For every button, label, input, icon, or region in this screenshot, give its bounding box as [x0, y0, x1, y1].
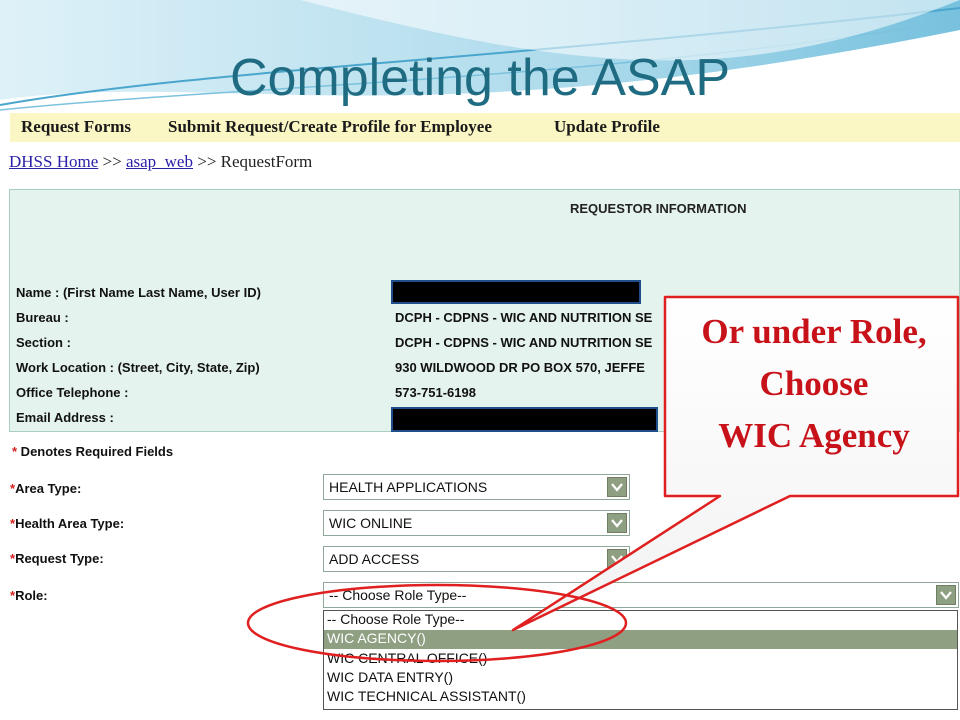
role-label: *Role:	[10, 588, 48, 603]
redacted-name-value	[391, 280, 641, 304]
health-area-type-label-text: Health Area Type:	[15, 516, 125, 531]
callout-line-2: Choose	[759, 364, 869, 403]
breadcrumb: DHSS Home >> asap_web >> RequestForm	[9, 152, 312, 172]
health-area-type-value: WIC ONLINE	[329, 515, 413, 531]
callout-line-1: Or under Role,	[701, 312, 927, 351]
request-type-label-text: Request Type:	[15, 551, 104, 566]
section-value: DCPH - CDPNS - WIC AND NUTRITION SE	[395, 335, 653, 350]
callout-line-3: WIC Agency	[718, 416, 910, 455]
chevron-down-icon[interactable]	[936, 585, 956, 605]
required-fields-note: * Denotes Required Fields	[12, 444, 173, 459]
menu-item-request-forms[interactable]: Request Forms	[21, 117, 131, 137]
role-option-choose[interactable]: -- Choose Role Type--	[324, 611, 957, 630]
bureau-label: Bureau :	[16, 310, 69, 325]
menu-item-update-profile[interactable]: Update Profile	[554, 117, 660, 137]
role-option-wic-technical-assistant[interactable]: WIC TECHNICAL ASSISTANT()	[324, 688, 957, 707]
redacted-email-value	[391, 407, 658, 432]
breadcrumb-link-dhss-home[interactable]: DHSS Home	[9, 152, 98, 171]
name-label: Name : (First Name Last Name, User ID)	[16, 285, 261, 300]
slide-title: Completing the ASAP	[229, 49, 731, 107]
menu-bar: Request Forms Submit Request/Create Prof…	[10, 113, 960, 142]
request-type-value: ADD ACCESS	[329, 551, 420, 567]
role-option-wic-data-entry[interactable]: WIC DATA ENTRY()	[324, 669, 957, 688]
breadcrumb-current: RequestForm	[220, 152, 313, 171]
email-address-label: Email Address :	[16, 410, 114, 425]
office-telephone-value: 573-751-6198	[395, 385, 476, 400]
breadcrumb-separator: >>	[102, 152, 122, 171]
area-type-select[interactable]: HEALTH APPLICATIONS	[323, 474, 630, 500]
role-option-wic-central-office[interactable]: WIC CENTRAL OFFICE()	[324, 650, 957, 669]
area-type-value: HEALTH APPLICATIONS	[329, 479, 488, 495]
callout-text: Or under Role, Choose WIC Agency	[668, 306, 960, 462]
role-dropdown-list[interactable]: -- Choose Role Type-- WIC AGENCY() WIC C…	[323, 610, 958, 710]
health-area-type-label: *Health Area Type:	[10, 516, 124, 531]
health-area-type-select[interactable]: WIC ONLINE	[323, 510, 630, 536]
required-note-text: Denotes Required Fields	[17, 444, 174, 459]
work-location-value: 930 WILDWOOD DR PO BOX 570, JEFFE	[395, 360, 645, 375]
bureau-value: DCPH - CDPNS - WIC AND NUTRITION SE	[395, 310, 653, 325]
role-label-text: Role:	[15, 588, 48, 603]
work-location-label: Work Location : (Street, City, State, Zi…	[16, 360, 260, 375]
role-value: -- Choose Role Type--	[329, 587, 467, 603]
breadcrumb-link-asap-web[interactable]: asap_web	[126, 152, 193, 171]
area-type-label: *Area Type:	[10, 481, 81, 496]
chevron-down-icon[interactable]	[607, 549, 627, 569]
menu-item-submit-request[interactable]: Submit Request/Create Profile for Employ…	[168, 117, 492, 137]
chevron-down-icon[interactable]	[607, 513, 627, 533]
area-type-label-text: Area Type:	[15, 481, 82, 496]
chevron-down-icon[interactable]	[607, 477, 627, 497]
section-label: Section :	[16, 335, 71, 350]
requestor-info-header: REQUESTOR INFORMATION	[570, 201, 747, 216]
breadcrumb-separator: >>	[197, 152, 217, 171]
request-type-label: *Request Type:	[10, 551, 104, 566]
role-option-wic-agency[interactable]: WIC AGENCY()	[324, 630, 957, 649]
office-telephone-label: Office Telephone :	[16, 385, 129, 400]
role-select[interactable]: -- Choose Role Type--	[323, 582, 959, 608]
request-type-select[interactable]: ADD ACCESS	[323, 546, 630, 572]
